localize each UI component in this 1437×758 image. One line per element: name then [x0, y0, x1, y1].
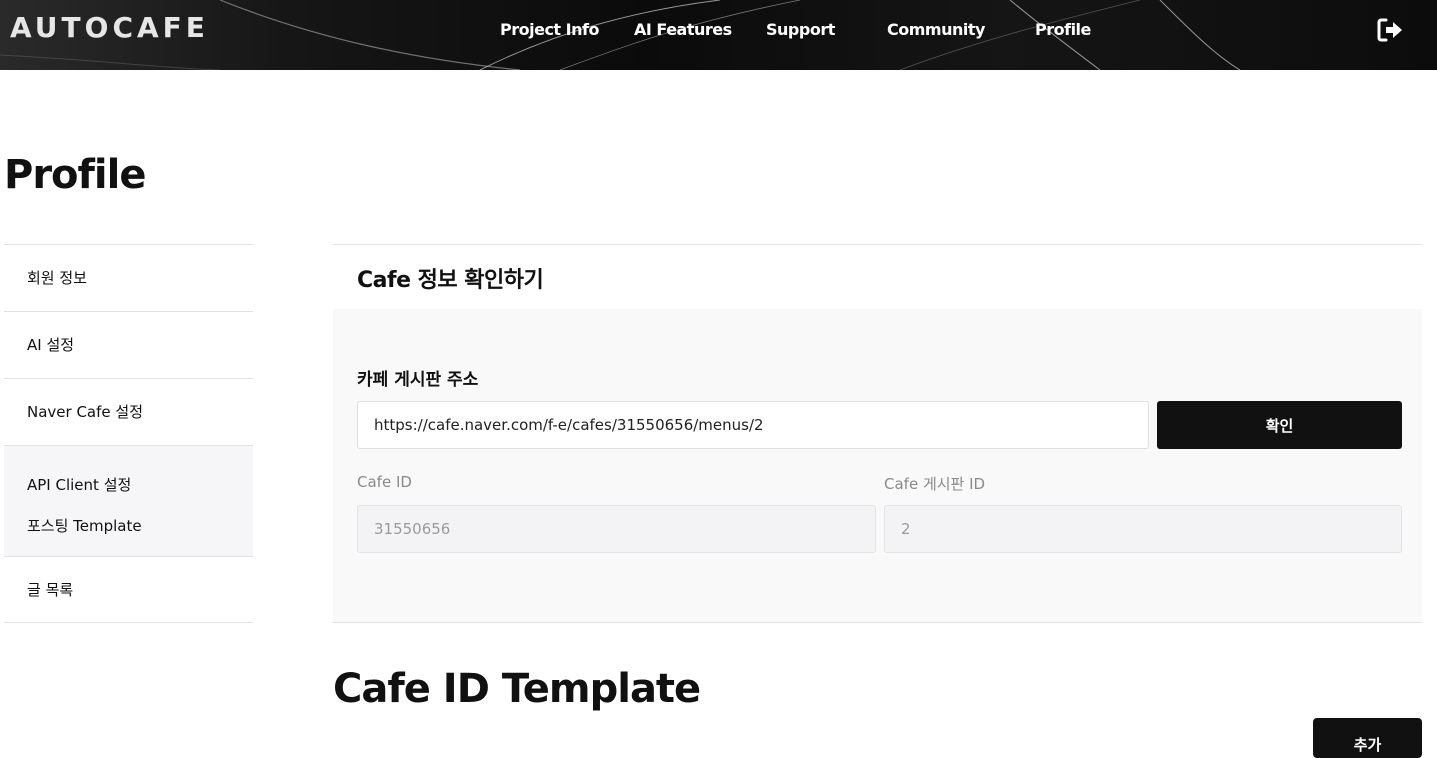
sidebar-item-api-client-settings[interactable]: API Client 설정 — [27, 474, 131, 495]
nav-profile[interactable]: Profile — [1035, 20, 1091, 39]
logout-button[interactable] — [1376, 16, 1404, 44]
cafe-id-field — [357, 505, 876, 553]
top-navigation-bar: AUTOCAFE Project Info AI Features Suppor… — [0, 0, 1437, 70]
sidebar-item-ai-settings[interactable]: AI 설정 — [4, 311, 253, 378]
sidebar-submenu: API Client 설정 포스팅 Template — [4, 445, 253, 556]
page-title: Profile — [4, 152, 146, 198]
sidebar-item-member-info[interactable]: 회원 정보 — [4, 244, 253, 311]
card-divider — [333, 244, 1422, 245]
sidebar-item-posting-template[interactable]: 포스팅 Template — [27, 515, 142, 536]
cafe-board-id-field — [884, 505, 1402, 553]
nav-project-info[interactable]: Project Info — [500, 20, 599, 39]
profile-sidebar: 회원 정보 AI 설정 Naver Cafe 설정 API Client 설정 … — [4, 244, 253, 623]
sidebar-item-post-list[interactable]: 글 목록 — [4, 556, 253, 623]
cafe-board-id-label: Cafe 게시판 ID — [884, 475, 986, 493]
nav-ai-features[interactable]: AI Features — [634, 20, 732, 39]
cafe-board-url-label: 카페 게시판 주소 — [357, 370, 479, 390]
cafe-info-panel — [333, 309, 1422, 623]
sidebar-item-naver-cafe-settings[interactable]: Naver Cafe 설정 — [4, 378, 253, 445]
cafe-id-label: Cafe ID — [357, 473, 412, 491]
cafe-info-title: Cafe 정보 확인하기 — [357, 268, 544, 293]
cafe-id-template-title: Cafe ID Template — [333, 666, 701, 712]
add-template-button[interactable]: 추가 — [1313, 718, 1422, 758]
cafe-board-url-input[interactable] — [357, 401, 1149, 449]
nav-support[interactable]: Support — [766, 20, 835, 39]
confirm-button[interactable]: 확인 — [1157, 401, 1402, 449]
nav-community[interactable]: Community — [887, 20, 985, 39]
autocafe-logo[interactable]: AUTOCAFE — [10, 11, 209, 44]
logout-icon — [1377, 18, 1402, 42]
